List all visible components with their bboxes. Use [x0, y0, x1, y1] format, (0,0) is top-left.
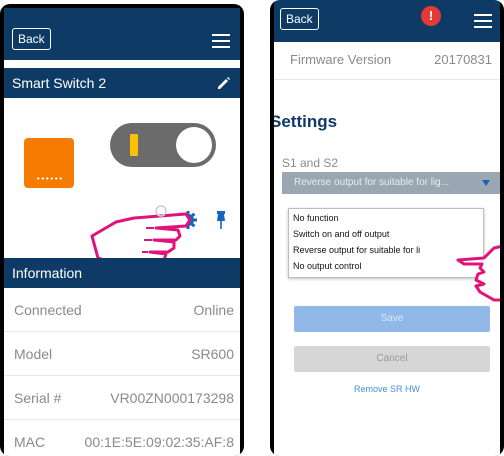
info-value: VR00ZN000173298: [110, 390, 234, 406]
firmware-label: Firmware Version: [290, 52, 392, 67]
pointing-hand-icon: [456, 245, 500, 302]
option-item[interactable]: No output control: [293, 261, 362, 271]
save-button[interactable]: Save: [294, 306, 490, 332]
toggle-knob: [176, 127, 212, 163]
back-button[interactable]: Back: [280, 8, 319, 30]
pin-icon[interactable]: [214, 210, 228, 230]
s1-s2-label: S1 and S2: [282, 156, 339, 170]
info-row-connected: Connected Online: [4, 288, 240, 332]
device-tile[interactable]: [24, 138, 74, 188]
option-item[interactable]: Switch on and off output: [293, 229, 389, 239]
hidden-icon: [155, 205, 167, 217]
info-value: SR600: [191, 346, 234, 362]
dropdown-arrow-icon: [482, 180, 490, 186]
device-header: Smart Switch 2: [4, 68, 240, 98]
select-value: Reverse output for suitable for lig...: [294, 177, 450, 188]
right-phone-screen: Back ! Firmware Version 20170831 Setting…: [274, 0, 500, 456]
remove-sr-hw-link[interactable]: Remove SR HW: [274, 384, 500, 394]
device-dots: [36, 177, 62, 180]
info-label: Serial #: [14, 390, 62, 406]
option-item[interactable]: No function: [293, 213, 339, 223]
info-row-serial: Serial # VR00ZN000173298: [4, 376, 240, 420]
device-name: Smart Switch 2: [12, 75, 107, 91]
information-header: Information: [4, 258, 240, 288]
pencil-icon[interactable]: [216, 75, 232, 91]
menu-icon[interactable]: [474, 14, 492, 28]
info-label: Connected: [14, 302, 82, 318]
back-button[interactable]: Back: [12, 28, 51, 50]
info-label: Model: [14, 346, 53, 362]
info-value: 00:1E:5E:09:02:35:AF:8: [84, 434, 234, 450]
alert-icon[interactable]: !: [421, 6, 441, 26]
option-item[interactable]: Reverse output for suitable for li: [293, 245, 420, 255]
info-label: MAC: [14, 434, 46, 450]
right-phone-frame: Back ! Firmware Version 20170831 Setting…: [270, 0, 504, 456]
firmware-row: Firmware Version 20170831: [274, 44, 500, 80]
info-row-mac: MAC 00:1E:5E:09:02:35:AF:8: [4, 420, 240, 456]
left-phone-screen: Back Smart Switch 2 Information Connecte…: [4, 8, 240, 456]
info-row-model: Model SR600: [4, 332, 240, 376]
toggle-on-indicator: [130, 134, 138, 156]
settings-title: Settings: [274, 112, 338, 131]
s1-s2-select[interactable]: Reverse output for suitable for lig...: [282, 172, 500, 194]
power-toggle[interactable]: [110, 123, 216, 167]
top-bar: Back !: [274, 0, 500, 42]
cancel-button[interactable]: Cancel: [294, 346, 490, 372]
firmware-value: 20170831: [434, 52, 492, 67]
top-bar: Back: [4, 8, 240, 60]
menu-icon[interactable]: [212, 34, 230, 48]
left-phone-frame: Back Smart Switch 2 Information Connecte…: [0, 4, 244, 456]
info-value: Online: [193, 302, 234, 318]
